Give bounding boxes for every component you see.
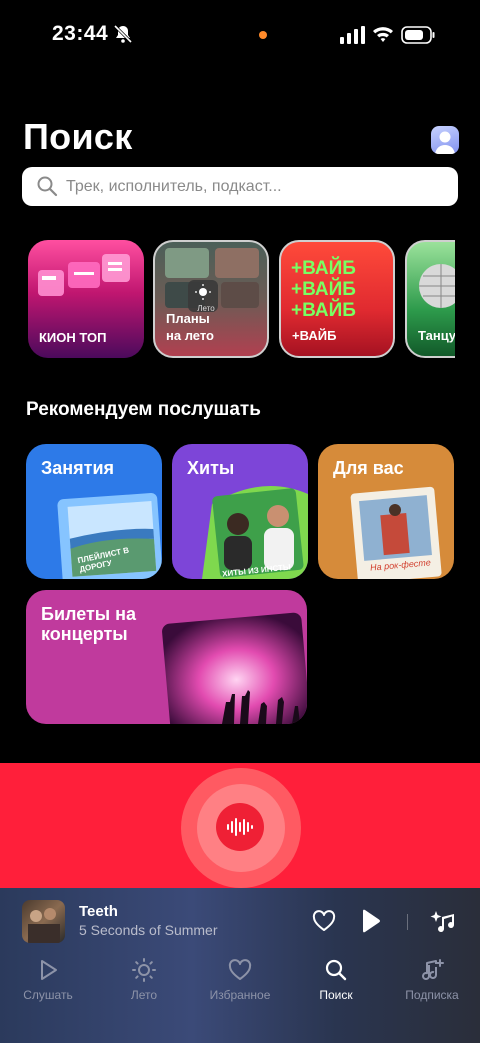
track-artist[interactable]: 5 Seconds of Summer: [79, 922, 218, 938]
status-time: 23:44: [52, 22, 109, 45]
play-icon: [41, 960, 57, 980]
signal-icon: [340, 26, 365, 44]
carousel-tile-dance[interactable]: Танцу: [405, 240, 455, 358]
sun-icon: [132, 958, 156, 982]
page-title: Поиск: [23, 116, 133, 157]
profile-avatar[interactable]: [431, 126, 459, 154]
bottom-nav: Слушать Лето Избранное Поиск Подписка: [0, 958, 480, 1018]
search-bar[interactable]: [22, 167, 458, 206]
for-you-artwork: [350, 486, 442, 579]
carousel-tile-label: КИОН ТОП: [39, 330, 107, 345]
album-art-icon: [28, 908, 60, 943]
privacy-dot: [259, 31, 267, 39]
play-icon[interactable]: [358, 908, 382, 934]
carousel-tile-kion-top[interactable]: КИОН ТОП: [28, 240, 144, 358]
nav-label: Слушать: [23, 988, 73, 1002]
player-divider: [407, 914, 408, 930]
voice-search-button[interactable]: [216, 803, 264, 851]
section-title: Рекомендуем послушать: [26, 399, 261, 420]
search-icon: [37, 176, 58, 197]
search-icon: [325, 959, 347, 981]
card-concert-tickets[interactable]: Билеты на концерты: [26, 590, 307, 724]
card-hits[interactable]: Хиты ХИТЫ ИЗ ИНСТЫ: [172, 444, 308, 579]
heart-icon: [228, 959, 252, 980]
nav-label: Подписка: [405, 988, 459, 1002]
nav-item-subscription[interactable]: Подписка: [384, 958, 480, 1002]
nav-item-favorites[interactable]: Избранное: [192, 958, 288, 1002]
search-input[interactable]: [66, 167, 446, 206]
card-for-you[interactable]: Для вас На рок-фесте: [318, 444, 454, 579]
nav-label: Поиск: [319, 988, 353, 1002]
carousel-tile-vibe[interactable]: +ВАЙБ +ВАЙБ +ВАЙБ +ВАЙБ: [279, 240, 395, 358]
playlist-carousel[interactable]: КИОН ТОП Лето Планы на лето +ВАЙБ +ВАЙБ …: [28, 240, 455, 358]
carousel-tile-label: Танцу: [418, 328, 455, 343]
waveform-icon: [227, 818, 253, 836]
user-icon: [435, 131, 455, 154]
like-heart-icon[interactable]: [312, 910, 336, 932]
voice-search-panel: [0, 763, 480, 893]
music-plus-icon: [422, 959, 444, 980]
wifi-icon: [373, 27, 393, 42]
hits-artwork: [202, 486, 308, 579]
bell-muted-icon: [113, 24, 133, 44]
bottom-bar: Teeth 5 Seconds of Summer Слушать Лето И…: [0, 888, 480, 1043]
nav-label: Лето: [130, 988, 158, 1002]
nav-item-summer[interactable]: Лето: [96, 958, 192, 1002]
concert-artwork: [162, 612, 307, 724]
nav-item-listen[interactable]: Слушать: [0, 958, 96, 1002]
battery-icon: [401, 26, 435, 44]
track-title[interactable]: Teeth: [79, 903, 118, 920]
card-activities[interactable]: Занятия ПЛЕЙЛИСТ В ДОРОГУ: [26, 444, 162, 579]
nav-item-search[interactable]: Поиск: [288, 958, 384, 1002]
track-cover[interactable]: [22, 900, 65, 943]
nav-label: Избранное: [209, 988, 271, 1002]
vibe-sparkle-icon[interactable]: [430, 909, 458, 933]
carousel-tile-label: +ВАЙБ: [292, 328, 337, 343]
carousel-tile-summer-plans[interactable]: Лето Планы на лето: [153, 240, 269, 358]
status-bar: 23:44: [0, 0, 480, 70]
vibe-artwork-text: +ВАЙБ +ВАЙБ +ВАЙБ: [291, 258, 356, 321]
carousel-tile-label: Планы на лето: [166, 311, 214, 343]
